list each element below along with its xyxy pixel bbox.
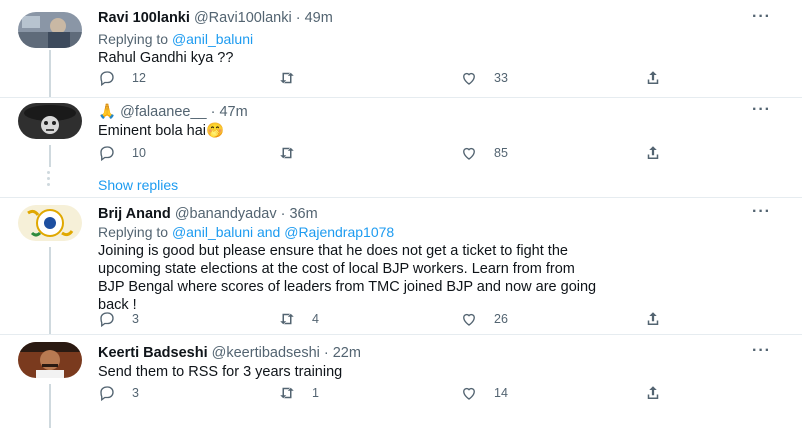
like-icon: [463, 147, 475, 160]
tweet-header: Keerti Badseshi @keertibadseshi · 22m: [98, 345, 361, 361]
share-button[interactable]: [644, 384, 662, 402]
share-button[interactable]: [644, 144, 662, 162]
like-icon: [463, 72, 475, 85]
avatar[interactable]: [18, 205, 82, 241]
display-name[interactable]: Keerti Badseshi: [98, 345, 208, 361]
replying-to: Replying to @anil_baluni: [98, 31, 253, 47]
tweet-text-line: Joining is good but please ensure that h…: [98, 243, 568, 259]
tweet-1[interactable]: Ravi 100lanki @Ravi100lanki · 49m Replyi…: [0, 0, 802, 97]
tweet-text: Eminent bola hai🤭: [98, 123, 225, 139]
more-icon[interactable]: ···: [752, 203, 771, 221]
share-button[interactable]: [644, 69, 662, 87]
like-button[interactable]: 14: [460, 384, 508, 402]
reply-icon: [100, 71, 114, 87]
like-icon: [463, 387, 475, 400]
retweet-icon: [280, 147, 294, 159]
retweet-icon: [280, 72, 294, 84]
avatar[interactable]: [18, 103, 82, 139]
thread-dots: [47, 171, 51, 189]
more-icon[interactable]: ···: [752, 101, 771, 119]
tweet-header: 🙏 @falaanee__ · 47m: [98, 103, 248, 120]
thread-line: [49, 247, 51, 334]
display-name[interactable]: 🙏: [98, 104, 116, 120]
retweet-button[interactable]: 4: [278, 310, 319, 328]
tweet-header: Ravi 100lanki @Ravi100lanki · 49m: [98, 10, 333, 26]
show-replies-link[interactable]: Show replies: [98, 177, 178, 193]
like-count: 14: [494, 386, 508, 400]
handle-time[interactable]: @banandyadav · 36m: [175, 206, 318, 222]
avatar-photo: [18, 103, 82, 139]
handle-time[interactable]: @keertibadseshi · 22m: [212, 345, 361, 361]
reply-count: 3: [132, 312, 139, 326]
reply-button[interactable]: 10: [98, 144, 146, 162]
like-icon: [463, 313, 475, 326]
retweet-button[interactable]: 1: [278, 384, 319, 402]
reply-button[interactable]: 12: [98, 69, 146, 87]
display-name[interactable]: Brij Anand: [98, 206, 171, 222]
mention-link[interactable]: @anil_baluni: [172, 31, 253, 47]
more-icon[interactable]: ···: [752, 342, 771, 360]
avatar-photo: [18, 342, 82, 378]
like-button[interactable]: 26: [460, 310, 508, 328]
reply-icon: [100, 386, 114, 402]
like-button[interactable]: 85: [460, 144, 508, 162]
thread-line: [49, 50, 51, 97]
tweet-2[interactable]: 🙏 @falaanee__ · 47m Eminent bola hai🤭 ··…: [0, 97, 802, 197]
reply-button[interactable]: 3: [98, 384, 139, 402]
tweet-3[interactable]: Brij Anand @banandyadav · 36m Replying t…: [0, 197, 802, 334]
tweet-text: Joining is good but please ensure that h…: [98, 242, 788, 314]
retweet-count: 1: [312, 386, 319, 400]
like-count: 26: [494, 312, 508, 326]
retweet-count: 4: [312, 312, 319, 326]
replying-to-label: Replying to: [98, 31, 172, 47]
share-icon: [647, 146, 659, 159]
reply-icon: [100, 146, 114, 162]
like-button[interactable]: 33: [460, 69, 508, 87]
tweet-text: Send them to RSS for 3 years training: [98, 364, 343, 380]
thread-line: [49, 384, 51, 428]
tweet-actions: 12 33: [98, 69, 678, 89]
handle-time[interactable]: @Ravi100lanki · 49m: [194, 10, 333, 26]
avatar[interactable]: [18, 12, 82, 48]
like-count: 85: [494, 146, 508, 160]
tweet-actions: 3 4 26: [98, 310, 678, 330]
tweet-header: Brij Anand @banandyadav · 36m: [98, 206, 318, 222]
avatar[interactable]: [18, 342, 82, 378]
retweet-button[interactable]: [278, 144, 312, 162]
handle-time[interactable]: @falaanee__ · 47m: [120, 104, 248, 120]
share-icon: [647, 71, 659, 84]
reply-button[interactable]: 3: [98, 310, 139, 328]
like-count: 33: [494, 71, 508, 85]
reply-count: 3: [132, 386, 139, 400]
avatar-photo: [18, 205, 82, 241]
tweet-actions: 10 85: [98, 144, 678, 164]
more-icon[interactable]: ···: [752, 8, 771, 26]
retweet-icon: [280, 313, 294, 325]
share-icon: [647, 386, 659, 399]
display-name[interactable]: Ravi 100lanki: [98, 10, 190, 26]
reply-count: 10: [132, 146, 146, 160]
share-button[interactable]: [644, 310, 662, 328]
tweet-text-line: upcoming state elections at the cost of …: [98, 261, 575, 277]
tweet-text: Rahul Gandhi kya ??: [98, 50, 234, 66]
replying-to-label: Replying to: [98, 224, 172, 240]
reply-count: 12: [132, 71, 146, 85]
tweet-text-line: BJP Bengal where scores of leaders from …: [98, 279, 597, 295]
share-icon: [647, 312, 659, 325]
tweet-4[interactable]: Keerti Badseshi @keertibadseshi · 22m Se…: [0, 334, 802, 428]
thread-line: [49, 145, 51, 167]
retweet-button[interactable]: [278, 69, 312, 87]
avatar-photo: [18, 12, 82, 48]
tweet-actions: 3 1 14: [98, 384, 678, 404]
replying-to: Replying to @anil_baluni and @Rajendrap1…: [98, 224, 394, 240]
reply-icon: [100, 312, 114, 328]
mention-link[interactable]: @anil_baluni and @Rajendrap1078: [172, 224, 394, 240]
retweet-icon: [280, 387, 294, 399]
